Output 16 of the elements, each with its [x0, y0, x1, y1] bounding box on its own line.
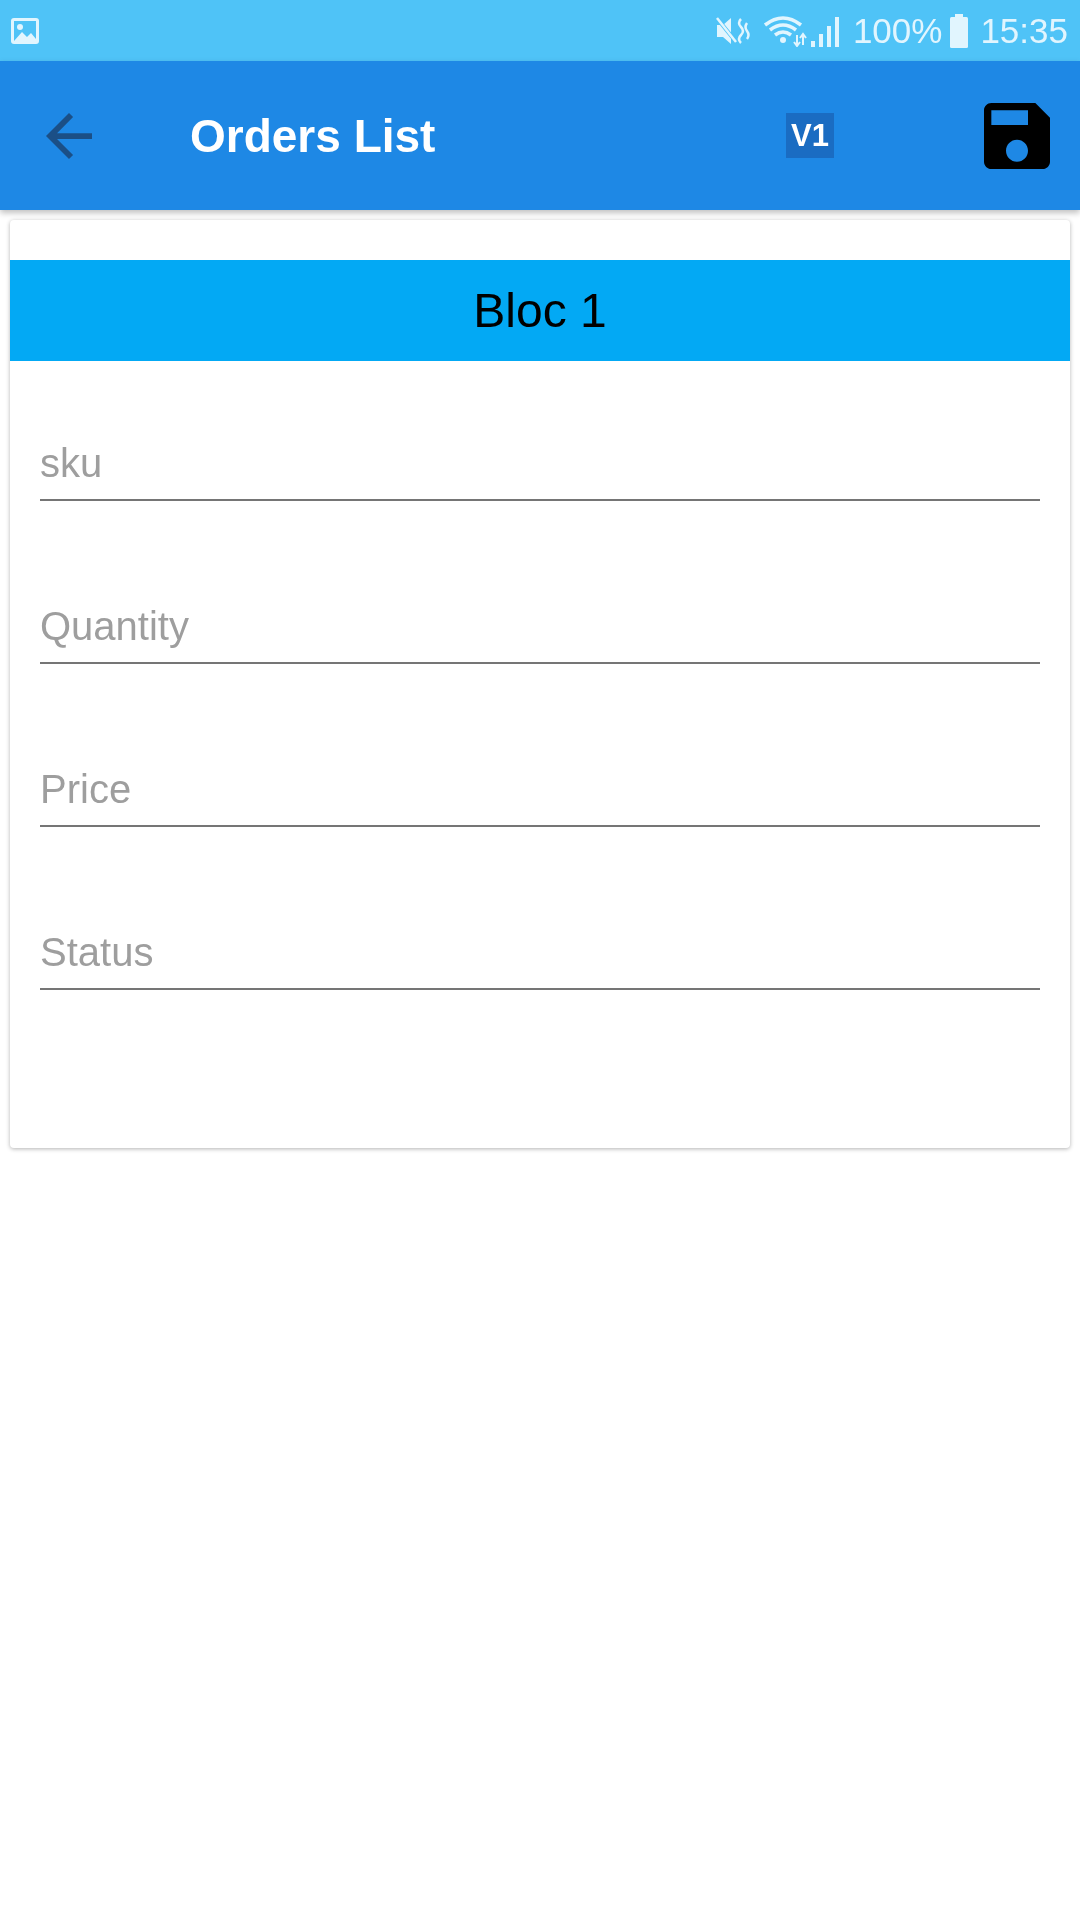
- mute-vibrate-icon: [714, 14, 751, 47]
- version-badge: V1: [786, 113, 834, 158]
- image-icon: [10, 15, 40, 46]
- wifi-icon: [762, 14, 807, 47]
- input-field[interactable]: Quantity: [40, 602, 1040, 664]
- save-button[interactable]: [984, 102, 1050, 169]
- input-field[interactable]: sku: [40, 439, 1040, 501]
- battery-icon: [950, 13, 969, 48]
- signal-icon: [810, 14, 841, 47]
- back-arrow-icon: [46, 112, 92, 159]
- clock-time: 15:35: [980, 10, 1068, 51]
- section-header: Bloc 1: [10, 260, 1070, 361]
- input-field[interactable]: Status: [40, 928, 1040, 990]
- battery-percent: 100%: [852, 10, 943, 51]
- screen-title: Orders List: [190, 108, 436, 164]
- input-field[interactable]: Price: [40, 765, 1040, 827]
